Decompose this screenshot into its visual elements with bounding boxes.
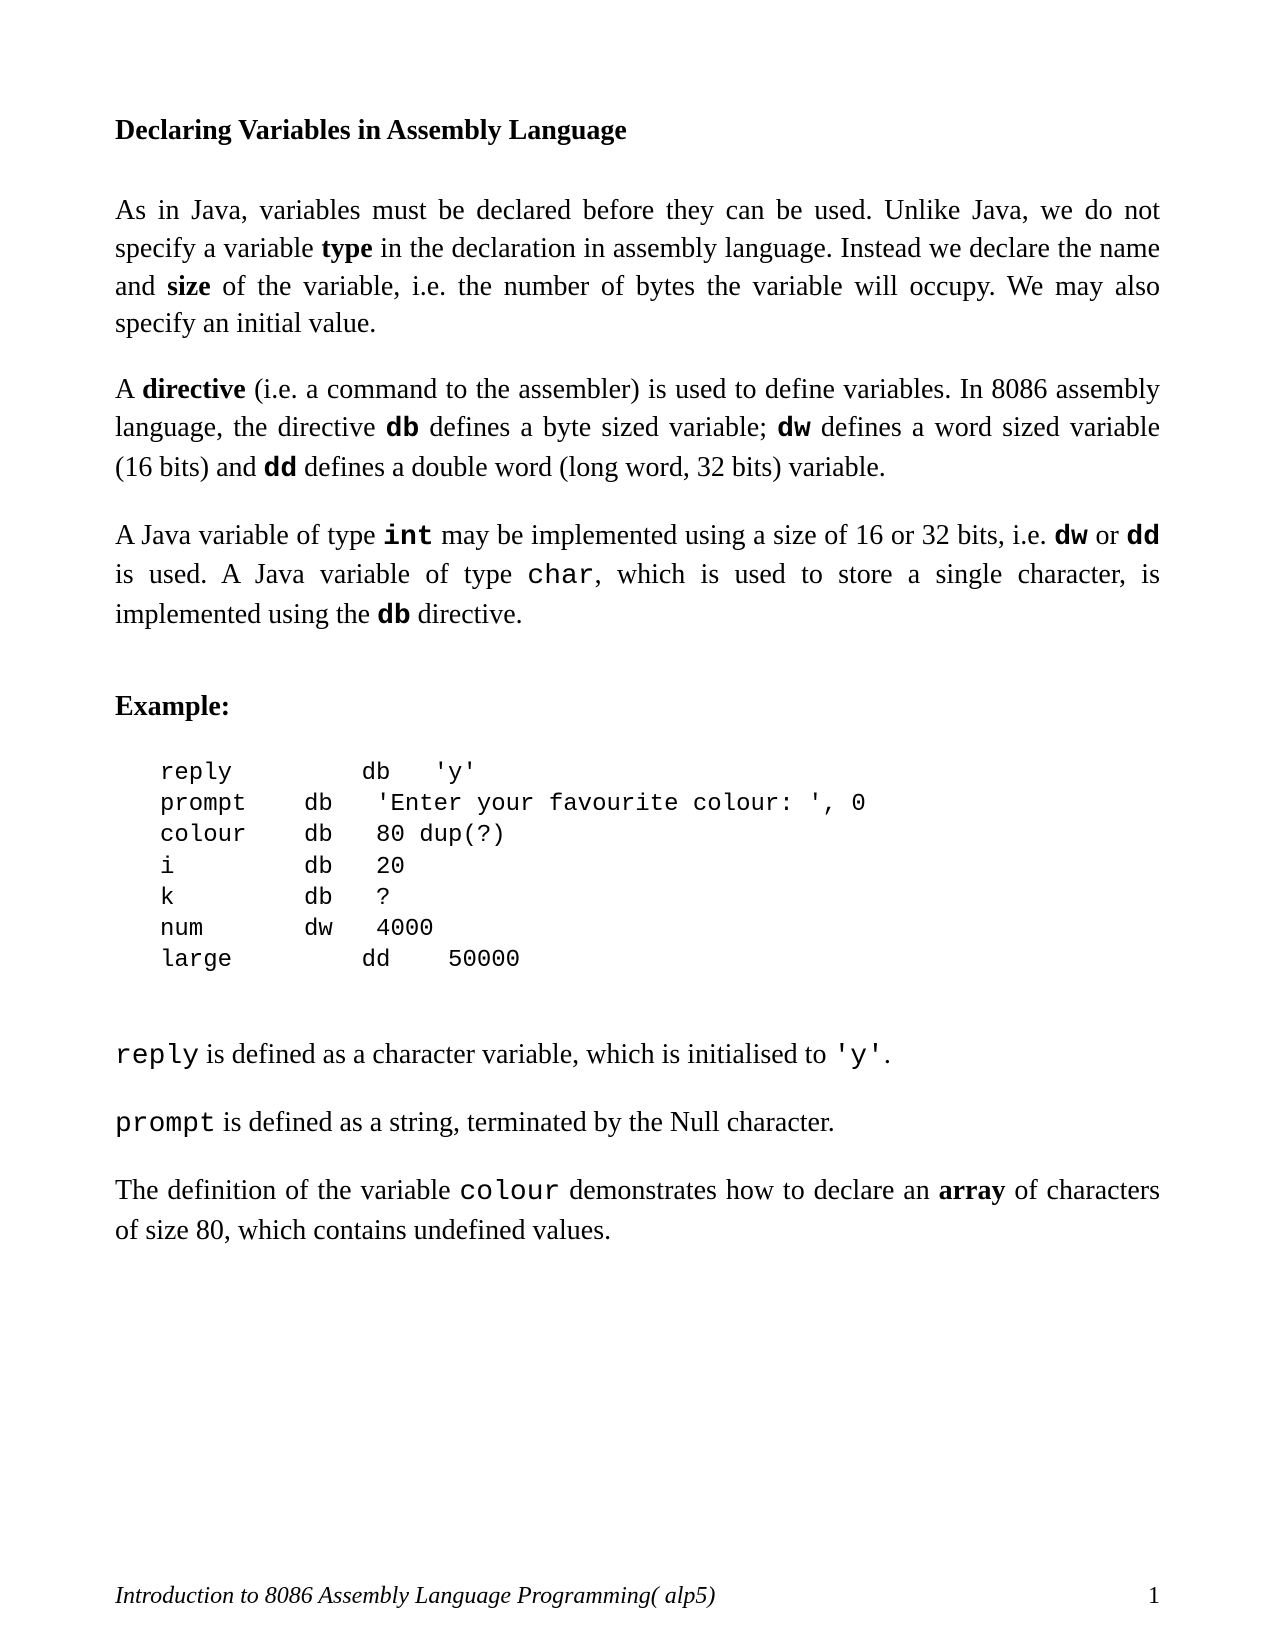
code-text: dd [1126,522,1160,553]
text: is defined as a string, terminated by th… [216,1107,835,1138]
code-text: 'y' [833,1041,883,1072]
paragraph-1: As in Java, variables must be declared b… [115,192,1160,343]
code-text: char [527,561,594,592]
text: is defined as a character variable, whic… [199,1039,833,1070]
text: directive. [411,599,523,630]
text: demonstrates how to declare an [560,1175,938,1206]
text: A [115,374,142,405]
paragraph-5: prompt is defined as a string, terminate… [115,1104,1160,1144]
document-content: Declaring Variables in Assembly Language… [115,115,1160,1249]
bold-text: directive [142,374,246,405]
text: defines a byte sized variable; [419,412,777,443]
text: of the variable, i.e. the number of byte… [115,271,1160,340]
code-block: reply db 'y' prompt db 'Enter your favou… [160,758,1160,976]
code-text: colour [460,1177,561,1208]
example-heading: Example: [115,691,1160,723]
code-text: prompt [115,1109,216,1140]
main-heading: Declaring Variables in Assembly Language [115,115,1160,147]
paragraph-3: A Java variable of type int may be imple… [115,517,1160,636]
code-text: db [386,414,420,445]
paragraph-2: A directive (i.e. a command to the assem… [115,371,1160,488]
code-text: db [377,601,411,632]
bold-text: size [167,271,211,302]
text: is used. A Java variable of type [115,559,527,590]
code-text: dw [1054,522,1088,553]
footer-title: Introduction to 8086 Assembly Language P… [115,1584,715,1610]
text: A Java variable of type [115,520,383,551]
code-text: reply [115,1041,199,1072]
text: may be implemented using a size of 16 or… [434,520,1055,551]
page-number: 1 [1148,1584,1160,1610]
bold-text: type [321,233,372,264]
paragraph-4: reply is defined as a character variable… [115,1036,1160,1076]
bold-text: array [939,1175,1006,1206]
text: The definition of the variable [115,1175,460,1206]
code-text: int [383,522,433,553]
page-footer: Introduction to 8086 Assembly Language P… [115,1584,1160,1610]
text: . [884,1039,891,1070]
text: or [1088,520,1127,551]
code-text: dw [777,414,811,445]
paragraph-6: The definition of the variable colour de… [115,1172,1160,1250]
text: defines a double word (long word, 32 bit… [297,452,886,483]
code-text: dd [264,454,298,485]
